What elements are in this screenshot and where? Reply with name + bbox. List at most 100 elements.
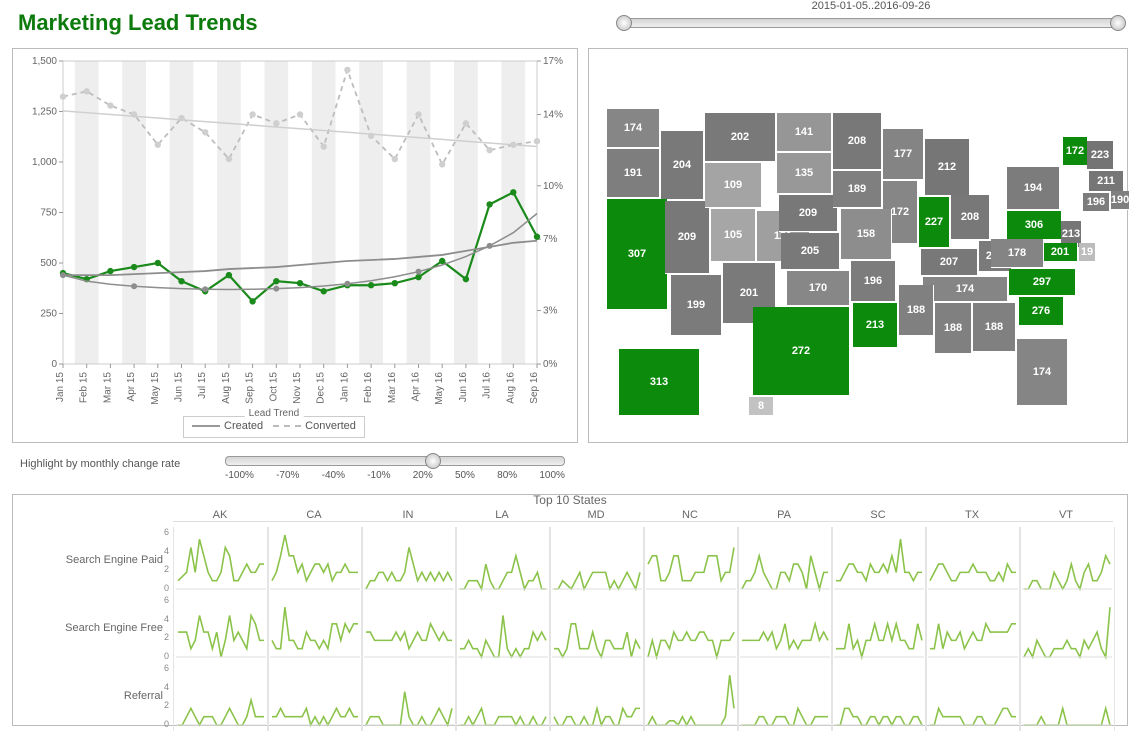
spark-referral-la[interactable] <box>455 663 551 731</box>
spark-search-engine-free-in[interactable] <box>361 595 457 663</box>
state-ct[interactable]: 196 <box>1083 193 1110 212</box>
spark-referral-nc[interactable] <box>643 663 739 731</box>
spark-search-engine-paid-la[interactable] <box>455 527 551 595</box>
state-sd[interactable]: 135 <box>777 153 832 194</box>
spark-referral-md[interactable] <box>549 663 645 731</box>
svg-text:17%: 17% <box>543 56 563 67</box>
spark-referral-ca[interactable] <box>267 663 363 731</box>
spark-search-engine-free-ak[interactable] <box>173 595 269 663</box>
state-la[interactable]: 213 <box>853 303 898 348</box>
svg-text:Apr 15: Apr 15 <box>126 372 137 402</box>
state-ar[interactable]: 196 <box>851 261 896 302</box>
spark-search-engine-paid-tx[interactable] <box>925 527 1021 595</box>
state-de[interactable]: 19 <box>1079 243 1096 262</box>
state-nh[interactable]: 223 <box>1087 141 1114 170</box>
lead-trend-chart[interactable]: 02505007501,0001,2501,5000%3%7%10%14%17%… <box>12 48 578 443</box>
state-va[interactable]: 178 <box>991 239 1044 268</box>
spark-referral-tx[interactable] <box>925 663 1021 731</box>
state-mo[interactable]: 158 <box>841 209 892 260</box>
state-vt[interactable]: 172 <box>1063 137 1088 166</box>
state-az[interactable]: 199 <box>671 275 722 336</box>
highlight-handle[interactable] <box>425 453 441 469</box>
state-tn[interactable]: 174 <box>923 277 1008 302</box>
svg-text:Feb 16: Feb 16 <box>363 372 374 404</box>
spark-col-vt: VT <box>1019 509 1113 522</box>
spark-referral-in[interactable] <box>361 663 457 731</box>
state-ky[interactable]: 207 <box>921 249 978 276</box>
spark-col-nc: NC <box>643 509 737 522</box>
state-in[interactable]: 227 <box>919 197 950 248</box>
state-nd[interactable]: 141 <box>777 113 832 152</box>
state-ia[interactable]: 189 <box>833 171 882 208</box>
spark-search-engine-free-md[interactable] <box>549 595 645 663</box>
highlight-slider[interactable] <box>225 456 565 466</box>
state-al[interactable]: 188 <box>935 303 972 354</box>
spark-search-engine-free-vt[interactable] <box>1019 595 1115 663</box>
svg-text:14%: 14% <box>543 109 563 120</box>
spark-search-engine-free-tx[interactable] <box>925 595 1021 663</box>
state-ks[interactable]: 205 <box>781 233 840 270</box>
date-handle-end[interactable] <box>1110 15 1126 31</box>
svg-text:7%: 7% <box>543 234 558 245</box>
spark-search-engine-paid-vt[interactable] <box>1019 527 1115 595</box>
spark-search-engine-free-sc[interactable] <box>831 595 927 663</box>
state-ga[interactable]: 188 <box>973 303 1016 352</box>
state-ma[interactable]: 211 <box>1089 171 1124 192</box>
spark-search-engine-paid-ak[interactable] <box>173 527 269 595</box>
spark-col-ca: CA <box>267 509 361 522</box>
us-map[interactable]: 1741912042021412081772121941722232111961… <box>588 48 1128 443</box>
spark-search-engine-paid-sc[interactable] <box>831 527 927 595</box>
state-wi[interactable]: 177 <box>883 129 924 180</box>
legend-created: Created <box>224 420 263 432</box>
state-hi[interactable]: 8 <box>749 397 774 416</box>
spark-search-engine-paid-nc[interactable] <box>643 527 739 595</box>
state-mt[interactable]: 202 <box>705 113 776 162</box>
date-range-slider[interactable] <box>621 18 1121 28</box>
spark-referral-pa[interactable] <box>737 663 833 731</box>
state-wa[interactable]: 174 <box>607 109 660 148</box>
state-ca[interactable]: 307 <box>607 199 668 310</box>
spark-col-sc: SC <box>831 509 925 522</box>
spark-search-engine-paid-in[interactable] <box>361 527 457 595</box>
spark-search-engine-free-nc[interactable] <box>643 595 739 663</box>
state-ut[interactable]: 105 <box>711 209 756 262</box>
spark-search-engine-paid-pa[interactable] <box>737 527 833 595</box>
state-ny[interactable]: 194 <box>1007 167 1060 210</box>
state-ak[interactable]: 313 <box>619 349 700 416</box>
spark-col-ak: AK <box>173 509 267 522</box>
spark-search-engine-free-ca[interactable] <box>267 595 363 663</box>
spark-search-engine-free-pa[interactable] <box>737 595 833 663</box>
state-ri[interactable]: 190 <box>1111 191 1130 210</box>
spark-referral-ak[interactable] <box>173 663 269 731</box>
state-sc[interactable]: 276 <box>1019 297 1064 326</box>
spark-row-search-engine-paid: Search Engine Paid <box>23 554 163 566</box>
svg-text:500: 500 <box>40 258 57 269</box>
state-nv[interactable]: 209 <box>665 201 710 274</box>
state-wy[interactable]: 109 <box>705 163 762 208</box>
state-id[interactable]: 204 <box>661 131 704 200</box>
state-pa[interactable]: 306 <box>1007 211 1062 240</box>
state-md[interactable]: 201 <box>1043 243 1078 262</box>
state-tx[interactable]: 272 <box>753 307 850 396</box>
svg-text:3%: 3% <box>543 306 558 317</box>
svg-text:Oct 15: Oct 15 <box>268 372 279 402</box>
svg-text:0: 0 <box>51 359 57 370</box>
spark-search-engine-free-la[interactable] <box>455 595 551 663</box>
svg-text:Jun 15: Jun 15 <box>174 372 185 402</box>
state-ne[interactable]: 209 <box>779 195 838 232</box>
spark-referral-vt[interactable] <box>1019 663 1115 731</box>
state-mn[interactable]: 208 <box>833 113 882 170</box>
state-ms[interactable]: 188 <box>899 285 934 336</box>
date-handle-start[interactable] <box>616 15 632 31</box>
svg-text:1,500: 1,500 <box>32 56 57 67</box>
state-ok[interactable]: 170 <box>787 271 850 306</box>
state-mi[interactable]: 212 <box>925 139 970 196</box>
spark-search-engine-paid-md[interactable] <box>549 527 645 595</box>
spark-referral-sc[interactable] <box>831 663 927 731</box>
sparklines-panel: Top 10 States AKCAINLAMDNCPASCTXVTSearch… <box>12 494 1128 726</box>
state-fl[interactable]: 174 <box>1017 339 1068 406</box>
state-oh[interactable]: 208 <box>951 195 990 240</box>
state-nc[interactable]: 297 <box>1009 269 1076 296</box>
state-or[interactable]: 191 <box>607 149 660 198</box>
spark-search-engine-paid-ca[interactable] <box>267 527 363 595</box>
